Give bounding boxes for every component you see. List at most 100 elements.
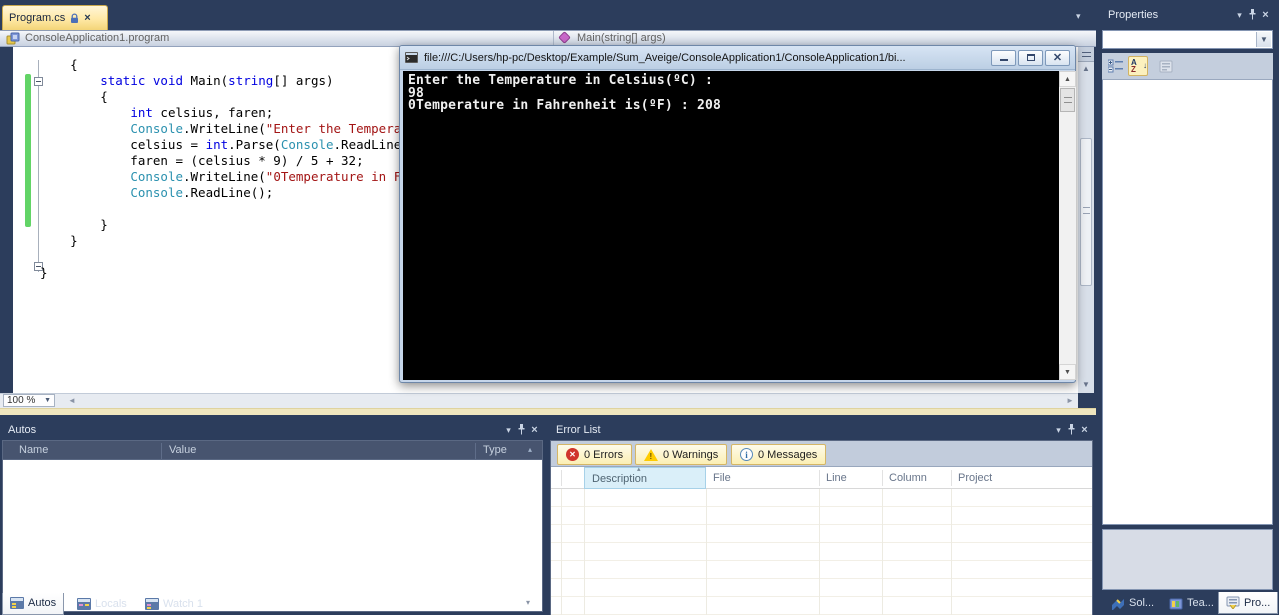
solution-explorer-icon (1112, 598, 1124, 610)
pin-icon[interactable] (1065, 423, 1078, 437)
console-scroll-down-icon[interactable]: ▼ (1059, 364, 1076, 380)
console-scrollbar[interactable]: ▲ ▼ (1059, 71, 1076, 380)
pin-icon[interactable] (1246, 8, 1259, 22)
scroll-down-icon[interactable]: ▼ (1078, 380, 1094, 389)
window-menu-chevron-icon[interactable]: ▾ (1233, 9, 1246, 22)
column-column[interactable]: Column (889, 472, 927, 484)
type-dropdown[interactable]: ConsoleApplication1.program (25, 32, 169, 44)
member-dropdown[interactable]: Main(string[] args) (577, 32, 666, 44)
properties-tab-icon (1226, 596, 1240, 609)
column-type[interactable]: Type (483, 444, 507, 456)
column-description[interactable]: ▴ Description (584, 466, 706, 489)
autos-variables-grid[interactable]: ▾ (2, 460, 543, 612)
property-description-pane (1102, 529, 1273, 590)
sort-arrow-icon: ▴ (637, 466, 641, 473)
tab-properties[interactable]: Pro... (1218, 592, 1279, 614)
properties-title: Properties (1108, 9, 1159, 21)
column-file[interactable]: File (713, 472, 731, 484)
console-output-text: Enter the Temperature in Celsius(ºC) :98… (408, 73, 722, 113)
chevron-down-icon: ▼ (44, 397, 51, 404)
document-list-chevron-icon[interactable]: ▾ (1076, 11, 1081, 22)
column-name[interactable]: Name (19, 444, 48, 456)
tab-autos[interactable]: Autos (2, 592, 65, 615)
console-title-bar[interactable]: file:///C:/Users/hp-pc/Desktop/Example/S… (400, 46, 1075, 70)
console-app-icon (405, 52, 418, 63)
categorized-button[interactable] (1105, 56, 1125, 76)
property-pages-button[interactable] (1156, 56, 1176, 76)
messages-filter-label: 0 Messages (758, 448, 818, 461)
tab-watch-1[interactable]: Watch 1 (138, 593, 210, 615)
error-list-title: Error List (556, 424, 601, 436)
error-list-header-row: ▴ Description File Line Column Project (551, 466, 1092, 489)
tab-close-icon[interactable]: × (84, 12, 90, 24)
autos-header-row[interactable]: Name Value Type ▴ (2, 440, 543, 460)
properties-grid[interactable] (1102, 80, 1273, 525)
sort-az-icon: A Z ↓ (1131, 57, 1147, 74)
scroll-up-icon[interactable]: ▲ (1078, 64, 1094, 73)
console-window[interactable]: file:///C:/Users/hp-pc/Desktop/Example/S… (399, 45, 1076, 383)
scrollbar-thumb[interactable] (1080, 138, 1092, 286)
hscroll-right-icon[interactable]: ► (1066, 396, 1074, 405)
vs-ide-window: Program.cs × ▾ ConsoleApplication1.progr… (0, 0, 1279, 615)
tab-locals[interactable]: Locals (70, 593, 134, 615)
lock-icon (70, 12, 79, 24)
team-explorer-icon (1169, 598, 1183, 609)
properties-toolbar: A Z ↓ (1102, 53, 1273, 80)
hscroll-left-icon[interactable]: ◄ (68, 396, 76, 405)
autos-panel: Autos ▾ × Name Value Type ▴ ▾ Autos Loca… (0, 420, 545, 615)
error-list-body: ✕ 0 Errors ! 0 Warnings i 0 Messages ▴ D… (550, 440, 1093, 615)
error-icon: ✕ (566, 448, 579, 461)
autos-title-bar[interactable]: Autos ▾ × (0, 420, 545, 440)
pin-icon[interactable] (515, 423, 528, 437)
tab-program-cs[interactable]: Program.cs × (2, 5, 108, 30)
code-text: { static void Main(string[] args) { int … (40, 57, 417, 280)
console-scroll-up-icon[interactable]: ▲ (1059, 71, 1076, 87)
scrollbar-splitter-handle[interactable] (1078, 47, 1094, 62)
tab-solution-explorer[interactable]: Sol... (1104, 592, 1161, 614)
console-output-area[interactable]: Enter the Temperature in Celsius(ºC) :98… (403, 71, 1076, 380)
close-button[interactable]: ✕ (1045, 49, 1070, 66)
error-list-grid[interactable] (551, 489, 1092, 615)
locals-tab-icon (77, 597, 91, 610)
error-list-title-bar[interactable]: Error List ▾ × (548, 420, 1095, 440)
column-value[interactable]: Value (169, 444, 196, 456)
chevron-down-icon[interactable]: ▼ (1256, 32, 1271, 47)
error-list-toolbar: ✕ 0 Errors ! 0 Warnings i 0 Messages (551, 441, 1092, 467)
tab-autos-label: Autos (28, 597, 57, 609)
object-selector-combobox[interactable]: ▼ (1102, 30, 1273, 49)
close-icon[interactable]: × (528, 424, 541, 437)
navbar-separator (553, 31, 554, 46)
window-menu-chevron-icon[interactable]: ▾ (502, 424, 515, 437)
splitter-highlight-bar[interactable] (0, 408, 1096, 415)
properties-title-bar[interactable]: Properties ▾ × (1100, 5, 1275, 25)
warnings-filter-label: 0 Warnings (663, 448, 719, 461)
editor-bottom-bar (0, 393, 1078, 408)
autos-scroll-up-icon[interactable]: ▴ (528, 445, 532, 454)
console-scrollbar-thumb[interactable] (1060, 88, 1075, 112)
close-icon[interactable]: × (1078, 424, 1091, 437)
tab-team-explorer[interactable]: Tea... (1162, 592, 1221, 614)
minimize-button[interactable] (991, 49, 1016, 66)
console-title-text: file:///C:/Users/hp-pc/Desktop/Example/S… (424, 51, 906, 64)
errors-filter-button[interactable]: ✕ 0 Errors (557, 444, 633, 465)
error-list-panel: Error List ▾ × ✕ 0 Errors ! 0 Warnings i (548, 420, 1095, 615)
close-icon[interactable]: × (1259, 9, 1272, 22)
tab-locals-label: Locals (95, 597, 127, 610)
window-menu-chevron-icon[interactable]: ▾ (1052, 424, 1065, 437)
autos-title: Autos (8, 424, 37, 436)
column-project[interactable]: Project (958, 472, 992, 484)
autos-scroll-down-icon[interactable]: ▾ (526, 598, 530, 607)
tab-label: Program.cs (9, 12, 66, 24)
warnings-filter-button[interactable]: ! 0 Warnings (635, 444, 728, 465)
column-line[interactable]: Line (826, 472, 847, 484)
tab-solution-explorer-label: Sol... (1129, 597, 1155, 609)
alphabetical-sort-button[interactable]: A Z ↓ (1128, 56, 1148, 76)
watch-tab-icon (145, 597, 159, 610)
editor-vertical-scrollbar[interactable]: ▲ ▼ (1078, 47, 1094, 393)
messages-filter-button[interactable]: i 0 Messages (731, 444, 827, 465)
zoom-selector[interactable]: 100 % ▼ (3, 394, 55, 407)
tab-properties-label: Pro... (1244, 596, 1271, 609)
maximize-button[interactable] (1018, 49, 1043, 66)
properties-panel: Properties ▾ × ▼ A Z ↓ Sol... Tea... Pro… (1100, 0, 1279, 615)
errors-filter-label: 0 Errors (584, 448, 624, 461)
